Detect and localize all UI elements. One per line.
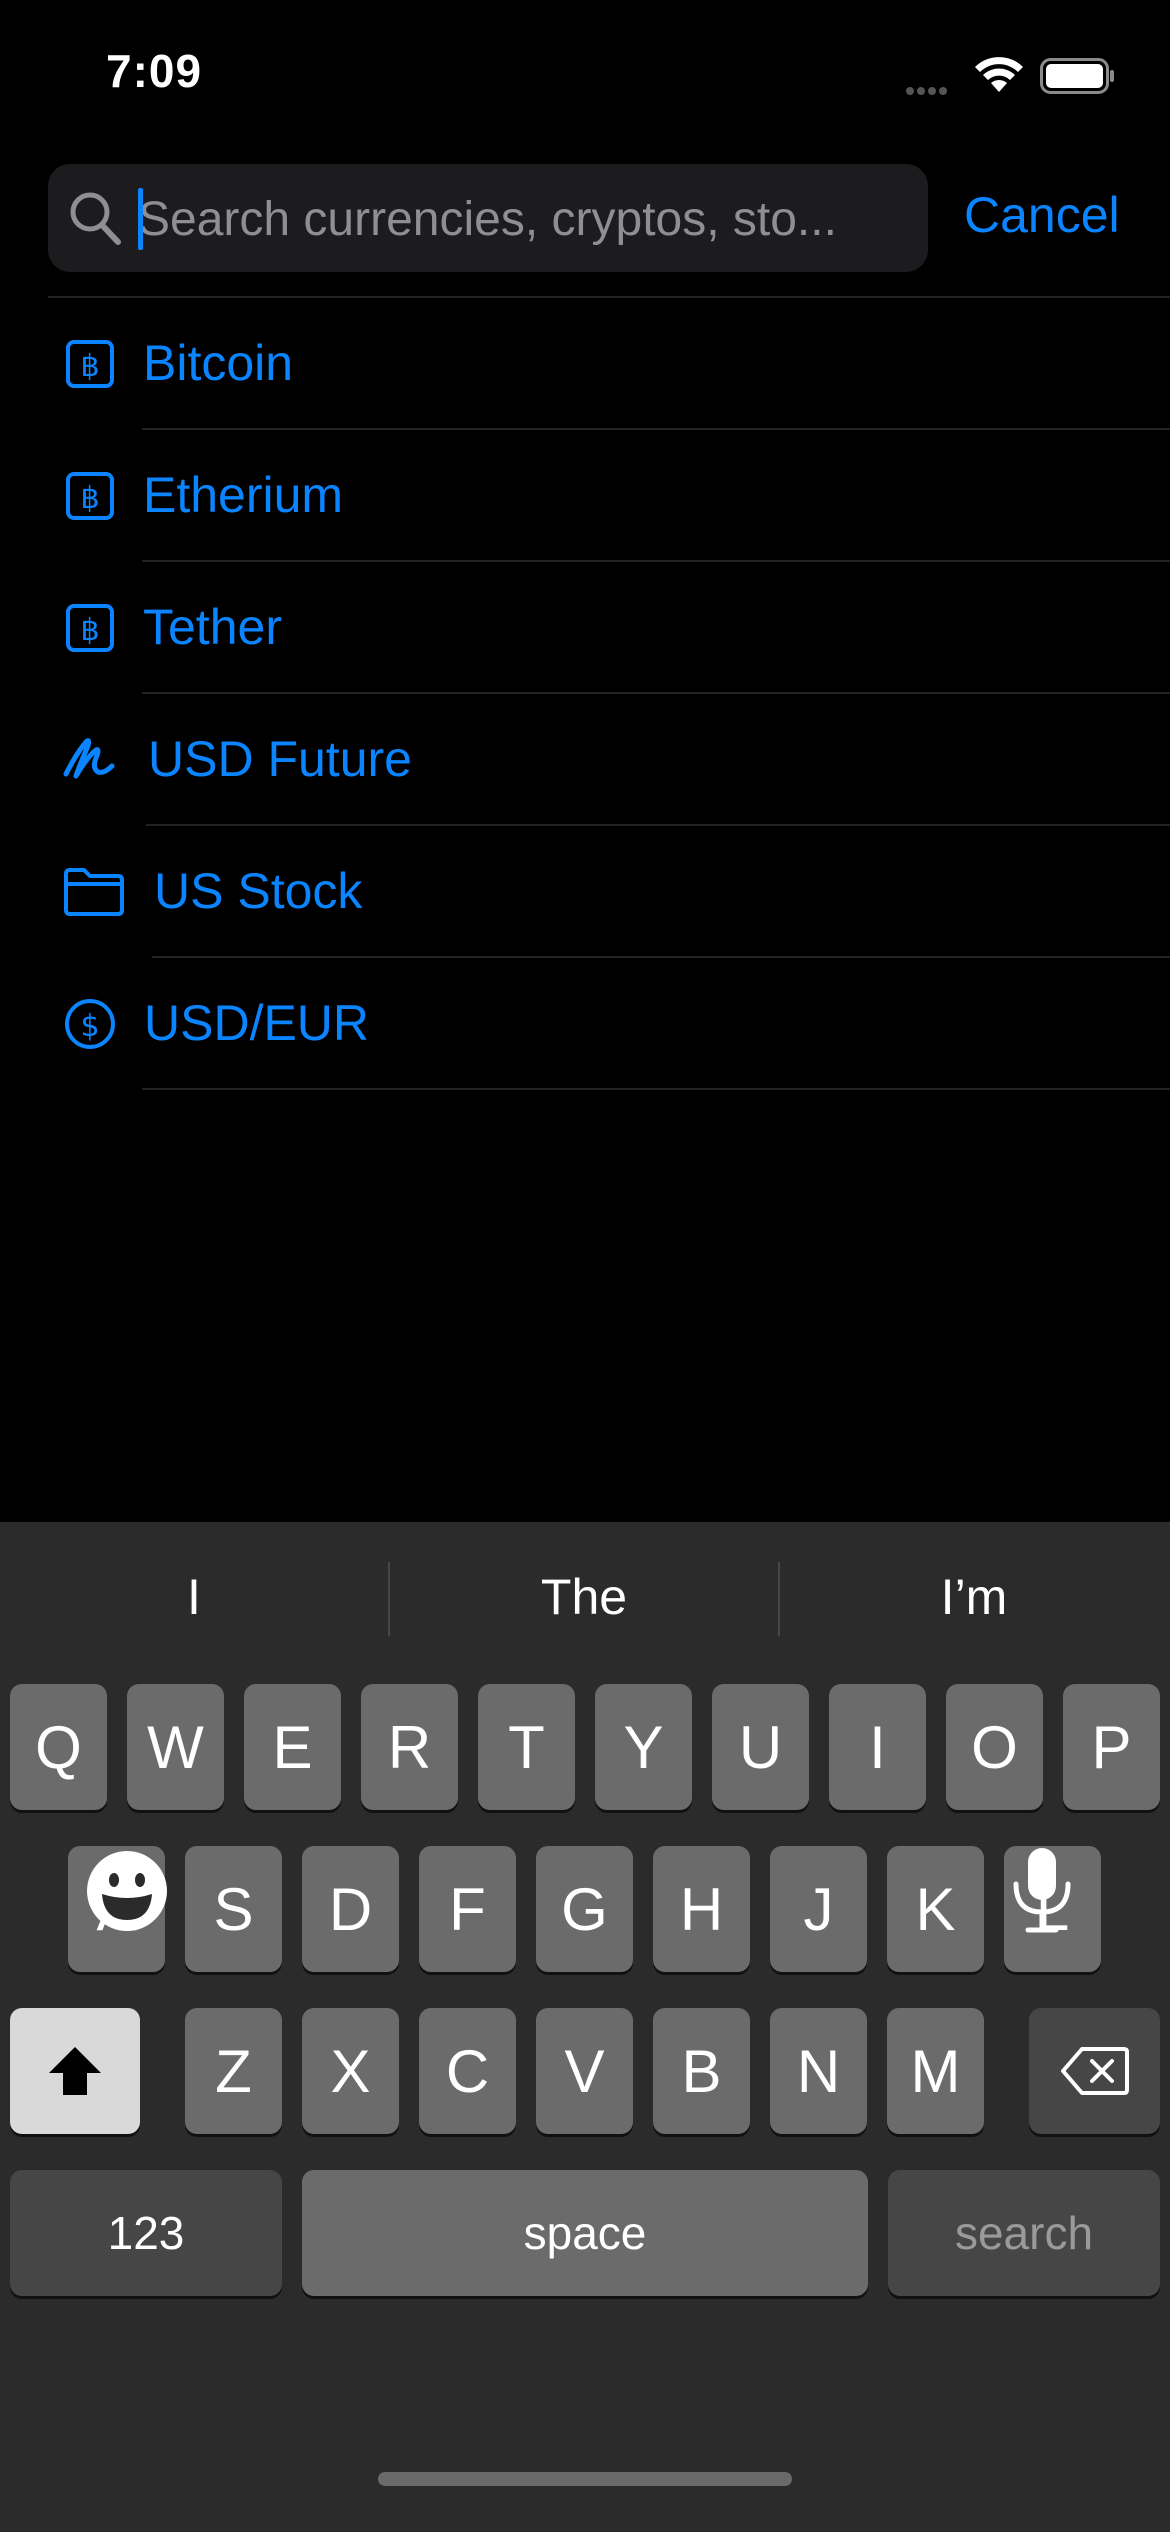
search-field[interactable] — [48, 164, 928, 272]
key-c[interactable]: C — [419, 2008, 516, 2134]
cellular-signal-icon — [906, 82, 950, 100]
predictive-text-bar: I The I’m — [0, 1522, 1170, 1668]
search-icon — [70, 192, 121, 245]
key-b[interactable]: B — [653, 2008, 750, 2134]
list-item-us-stock[interactable]: US Stock — [0, 826, 1170, 958]
suggestion-1[interactable]: I — [0, 1568, 388, 1626]
list-item-label: Bitcoin — [143, 335, 294, 391]
delete-key[interactable] — [1029, 2008, 1160, 2134]
list-item-label: Etherium — [143, 467, 344, 523]
status-time: 7:09 — [106, 45, 203, 97]
list-item-etherium[interactable]: ฿ Etherium — [0, 430, 1170, 562]
folder-icon — [64, 868, 124, 916]
divider — [142, 1088, 1170, 1090]
shift-icon — [49, 2047, 101, 2095]
key-f[interactable]: F — [419, 1846, 516, 1972]
space-key[interactable]: space — [302, 2170, 868, 2296]
numbers-key[interactable]: 123 — [10, 2170, 282, 2296]
key-n[interactable]: N — [770, 2008, 867, 2134]
bitcoin-sign-square-icon: ฿ — [66, 604, 114, 652]
shift-key[interactable] — [10, 2008, 140, 2134]
list-item-usd-eur[interactable]: $ USD/EUR — [0, 958, 1170, 1090]
key-s[interactable]: S — [185, 1846, 282, 1972]
scribble-icon — [63, 738, 115, 779]
key-h[interactable]: H — [653, 1846, 750, 1972]
search-input[interactable] — [136, 182, 920, 256]
text-caret — [138, 188, 143, 250]
svg-text:฿: ฿ — [80, 349, 99, 384]
key-m[interactable]: M — [887, 2008, 984, 2134]
key-i[interactable]: I — [829, 1684, 926, 1810]
key-z[interactable]: Z — [185, 2008, 282, 2134]
svg-text:฿: ฿ — [80, 613, 99, 648]
key-q[interactable]: Q — [10, 1684, 107, 1810]
list-item-usd-future[interactable]: USD Future — [0, 694, 1170, 826]
search-results-list: ฿ Bitcoin ฿ Etherium ฿ Tether USD Future — [0, 298, 1170, 1090]
keyboard: I The I’m Q W E R T Y U I O P A S D F G … — [0, 1522, 1170, 2532]
key-u[interactable]: U — [712, 1684, 809, 1810]
suggestion-2[interactable]: The — [390, 1568, 778, 1626]
suggestion-3[interactable]: I’m — [780, 1568, 1168, 1626]
key-p[interactable]: P — [1063, 1684, 1160, 1810]
key-d[interactable]: D — [302, 1846, 399, 1972]
svg-text:฿: ฿ — [80, 481, 99, 516]
list-item-bitcoin[interactable]: ฿ Bitcoin — [0, 298, 1170, 430]
status-bar: 7:09 — [0, 0, 1170, 150]
key-v[interactable]: V — [536, 2008, 633, 2134]
search-key[interactable]: search — [888, 2170, 1160, 2296]
home-indicator — [378, 2472, 792, 2486]
key-e[interactable]: E — [244, 1684, 341, 1810]
key-t[interactable]: T — [478, 1684, 575, 1810]
key-w[interactable]: W — [127, 1684, 224, 1810]
battery-icon — [1040, 58, 1114, 94]
list-item-label: US Stock — [154, 863, 363, 919]
cancel-button[interactable]: Cancel — [964, 186, 1120, 244]
emoji-icon[interactable] — [84, 1848, 170, 1934]
wifi-icon — [975, 57, 1023, 92]
key-o[interactable]: O — [946, 1684, 1043, 1810]
list-item-label: Tether — [143, 599, 282, 655]
key-x[interactable]: X — [302, 2008, 399, 2134]
list-item-tether[interactable]: ฿ Tether — [0, 562, 1170, 694]
bitcoin-sign-square-icon: ฿ — [66, 472, 114, 520]
key-j[interactable]: J — [770, 1846, 867, 1972]
key-k[interactable]: K — [887, 1846, 984, 1972]
bitcoin-sign-square-icon: ฿ — [66, 340, 114, 388]
microphone-icon[interactable] — [1006, 1844, 1078, 1936]
key-r[interactable]: R — [361, 1684, 458, 1810]
key-g[interactable]: G — [536, 1846, 633, 1972]
key-y[interactable]: Y — [595, 1684, 692, 1810]
list-item-label: USD/EUR — [144, 995, 370, 1051]
delete-backspace-icon — [1060, 2047, 1129, 2095]
svg-text:$: $ — [80, 1009, 99, 1044]
dollar-circle-icon: $ — [65, 999, 115, 1049]
list-item-label: USD Future — [148, 731, 412, 787]
